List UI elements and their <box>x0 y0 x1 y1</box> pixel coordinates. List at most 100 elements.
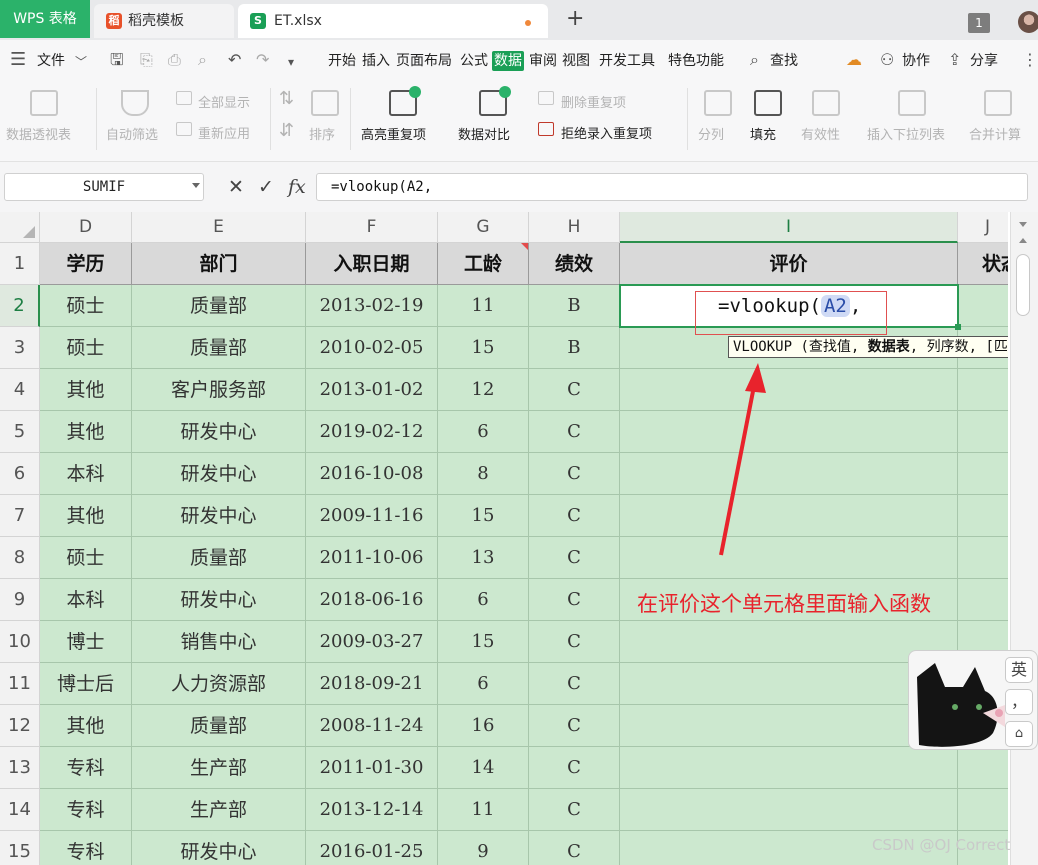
name-box-dropdown-icon[interactable] <box>192 183 200 188</box>
comment-indicator[interactable] <box>521 243 528 250</box>
cell-e12[interactable]: 质量部 <box>132 705 306 747</box>
cancel-formula-button[interactable]: ✕ <box>228 176 244 198</box>
cell-i13[interactable] <box>620 747 958 789</box>
column-header-h[interactable]: H <box>529 212 620 243</box>
cell-e14[interactable]: 生产部 <box>132 789 306 831</box>
cell-g5[interactable]: 6 <box>438 411 529 453</box>
cell-f11[interactable]: 2018-09-21 <box>306 663 438 705</box>
header-cell-f[interactable]: 入职日期 <box>306 243 438 285</box>
data-compare-button[interactable]: 数据对比 <box>458 124 510 143</box>
column-header-d[interactable]: D <box>40 212 132 243</box>
ime-skin-key[interactable]: ⌂ <box>1005 721 1033 747</box>
avatar[interactable] <box>1018 11 1038 33</box>
menu-special[interactable]: 特色功能 <box>668 51 724 71</box>
fill-handle[interactable] <box>955 324 961 330</box>
cell-f3[interactable]: 2010-02-05 <box>306 327 438 369</box>
chevron-down-icon[interactable]: ﹀ <box>75 52 87 72</box>
column-header-g[interactable]: G <box>438 212 529 243</box>
row-header-7[interactable]: 7 <box>0 495 40 537</box>
scroll-up-arrow-icon[interactable] <box>1019 238 1027 243</box>
formula-input[interactable]: =vlookup(A2, <box>316 173 1028 201</box>
cell-f9[interactable]: 2018-06-16 <box>306 579 438 621</box>
cell-f8[interactable]: 2011-10-06 <box>306 537 438 579</box>
cell-h5[interactable]: C <box>529 411 620 453</box>
new-tab-button[interactable]: + <box>566 6 584 31</box>
row-header-2[interactable]: 2 <box>0 285 40 327</box>
sort-asc-icon[interactable]: ⇅ <box>279 88 294 109</box>
header-cell-i[interactable]: 评价 <box>620 243 958 285</box>
menu-search[interactable]: 查找 <box>770 51 798 71</box>
hamburger-icon[interactable]: ☰ <box>10 50 26 70</box>
cell-e9[interactable]: 研发中心 <box>132 579 306 621</box>
cell-d15[interactable]: 专科 <box>40 831 132 865</box>
cell-h6[interactable]: C <box>529 453 620 495</box>
cell-f5[interactable]: 2019-02-12 <box>306 411 438 453</box>
ime-toolbar[interactable]: 英 ， ⌂ <box>908 650 1038 750</box>
print-icon[interactable]: ⎙ <box>168 50 181 70</box>
header-cell-j[interactable]: 状态 <box>958 243 1008 285</box>
cell-j6[interactable] <box>958 453 1008 495</box>
menu-formula[interactable]: 公式 <box>460 51 488 71</box>
cell-h9[interactable]: C <box>529 579 620 621</box>
scroll-up-icon[interactable] <box>1019 222 1027 227</box>
menu-collab[interactable]: 协作 <box>902 51 930 71</box>
cell-g10[interactable]: 15 <box>438 621 529 663</box>
redo-icon[interactable]: ↷ <box>256 50 269 70</box>
cell-d11[interactable]: 博士后 <box>40 663 132 705</box>
show-all-button[interactable]: 全部显示 <box>198 92 250 111</box>
save-icon[interactable]: 🖫 <box>110 50 124 70</box>
cell-f2[interactable]: 2013-02-19 <box>306 285 438 327</box>
cell-e4[interactable]: 客户服务部 <box>132 369 306 411</box>
share-icon[interactable]: ⇪ <box>948 50 961 70</box>
cell-e13[interactable]: 生产部 <box>132 747 306 789</box>
cell-h12[interactable]: C <box>529 705 620 747</box>
cell-reference-a2[interactable]: A2 <box>820 295 850 317</box>
row-header-12[interactable]: 12 <box>0 705 40 747</box>
cell-g3[interactable]: 15 <box>438 327 529 369</box>
cell-f4[interactable]: 2013-01-02 <box>306 369 438 411</box>
cell-d5[interactable]: 其他 <box>40 411 132 453</box>
ime-language-key[interactable]: 英 <box>1005 657 1033 683</box>
sort-desc-icon[interactable]: ⇵ <box>279 120 294 141</box>
cell-i5[interactable] <box>620 411 958 453</box>
row-header-9[interactable]: 9 <box>0 579 40 621</box>
cell-i4[interactable] <box>620 369 958 411</box>
cell-h2[interactable]: B <box>529 285 620 327</box>
cell-h10[interactable]: C <box>529 621 620 663</box>
cell-g6[interactable]: 8 <box>438 453 529 495</box>
cell-f10[interactable]: 2009-03-27 <box>306 621 438 663</box>
menu-data[interactable]: 数据 <box>492 51 524 71</box>
more-icon[interactable]: ⋮ <box>1022 50 1038 70</box>
row-header-5[interactable]: 5 <box>0 411 40 453</box>
row-header-13[interactable]: 13 <box>0 747 40 789</box>
cell-h15[interactable]: C <box>529 831 620 865</box>
cell-f14[interactable]: 2013-12-14 <box>306 789 438 831</box>
in-cell-formula-editor[interactable]: =vlookup(A2, <box>718 293 861 319</box>
sort-button[interactable]: 排序 <box>309 124 335 143</box>
cloud-sync-icon[interactable]: ☁ <box>846 50 862 70</box>
cell-f6[interactable]: 2016-10-08 <box>306 453 438 495</box>
row-header-10[interactable]: 10 <box>0 621 40 663</box>
cell-h11[interactable]: C <box>529 663 620 705</box>
tab-daoke-template[interactable]: 稻 稻壳模板 <box>94 4 234 38</box>
select-all-corner[interactable] <box>0 212 40 243</box>
row-header-8[interactable]: 8 <box>0 537 40 579</box>
row-header-11[interactable]: 11 <box>0 663 40 705</box>
print-preview-icon[interactable]: ⌕ <box>198 50 207 70</box>
reapply-button[interactable]: 重新应用 <box>198 123 250 142</box>
row-header-1[interactable]: 1 <box>0 243 40 285</box>
cell-i8[interactable] <box>620 537 958 579</box>
split-column-button[interactable]: 分列 <box>698 124 724 143</box>
cell-h14[interactable]: C <box>529 789 620 831</box>
menu-page-layout[interactable]: 页面布局 <box>396 51 452 71</box>
column-header-j[interactable]: J <box>958 212 1008 243</box>
cell-d14[interactable]: 专科 <box>40 789 132 831</box>
cell-d13[interactable]: 专科 <box>40 747 132 789</box>
column-header-e[interactable]: E <box>132 212 306 243</box>
window-count-badge[interactable]: 1 <box>968 13 990 33</box>
column-header-f[interactable]: F <box>306 212 438 243</box>
cell-e6[interactable]: 研发中心 <box>132 453 306 495</box>
row-header-15[interactable]: 15 <box>0 831 40 865</box>
undo-icon[interactable]: ↶ <box>228 50 241 70</box>
cell-e15[interactable]: 研发中心 <box>132 831 306 865</box>
